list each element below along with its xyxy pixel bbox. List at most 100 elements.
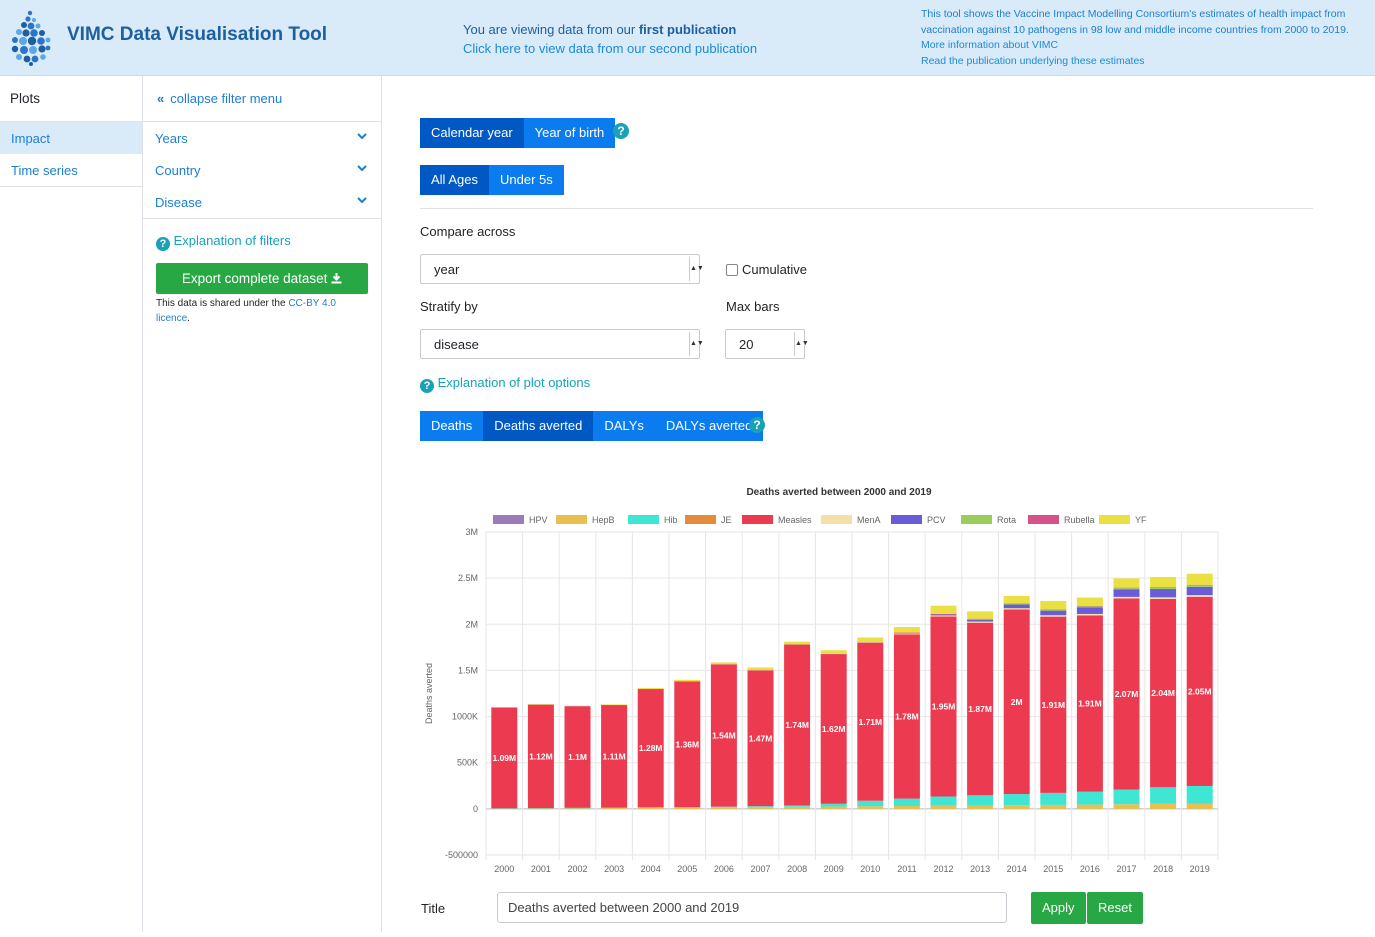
bar-rubella-2010 [857, 642, 884, 643]
bar-rubella-2001 [527, 704, 554, 706]
bar-pcv-2019 [1186, 586, 1213, 596]
x-tick-label: 2013 [970, 864, 990, 874]
bar-rubella-2018 [1150, 587, 1177, 588]
x-tick-label: 2008 [787, 864, 807, 874]
x-tick-label: 2018 [1153, 864, 1173, 874]
collapse-filter-button[interactable]: « collapse filter menu [143, 76, 381, 122]
bar-rubella-2003 [601, 704, 628, 706]
vimc-info-link[interactable]: More information about VIMC [921, 38, 1366, 54]
app-title: VIMC Data Visualisation Tool [67, 24, 328, 45]
x-tick-label: 2010 [860, 864, 880, 874]
title-input[interactable] [497, 892, 1007, 923]
legend-label-hepb: HepB [592, 515, 615, 525]
reset-button[interactable]: Reset [1087, 892, 1143, 924]
bar-rota-2014 [1003, 603, 1030, 605]
bar-hib-2002 [564, 807, 591, 809]
legend-swatch-hib [628, 515, 659, 524]
bar-hepb-2014 [1003, 805, 1030, 809]
chevron-down-icon [357, 193, 367, 207]
y-tick-label: 0 [473, 804, 478, 814]
bar-mena-2014 [1003, 608, 1030, 610]
second-publication-link[interactable]: Click here to view data from our second … [463, 41, 757, 56]
filter-years[interactable]: Years [143, 122, 381, 154]
bar-rubella-2012 [930, 614, 957, 615]
bar-data-label: 1.09M [492, 753, 516, 763]
bar-rota-2017 [1113, 588, 1140, 590]
bar-pcv-2012 [930, 614, 957, 616]
bar-hib-2001 [527, 808, 554, 809]
x-tick-label: 2009 [824, 864, 844, 874]
bar-hepb-2019 [1186, 803, 1213, 809]
bar-yf-2012 [930, 605, 957, 615]
chart-container: Deaths averted between 2000 and 2019 HPV H… [382, 76, 1375, 932]
bar-yf-2019 [1186, 573, 1213, 585]
bar-rota-2019 [1186, 585, 1213, 587]
bar-rubella-2004 [637, 688, 664, 690]
filter-country[interactable]: Country [143, 154, 381, 186]
bar-rubella-2000 [491, 707, 518, 709]
bar-rubella-2008 [784, 644, 811, 645]
x-tick-label: 2007 [750, 864, 770, 874]
plots-sidebar: Plots Impact Time series [0, 76, 143, 932]
chevron-down-icon [357, 161, 367, 175]
plots-header: Plots [0, 76, 142, 122]
filter-years-label: Years [155, 131, 188, 146]
bar-data-label: 1.95M [932, 702, 956, 712]
bar-yf-2014 [1003, 595, 1030, 604]
bar-data-label: 1.1M [568, 752, 587, 762]
bar-yf-2002 [564, 705, 591, 707]
bar-hib-2004 [637, 807, 664, 808]
licence-suffix: . [187, 313, 190, 324]
x-tick-label: 2003 [604, 864, 624, 874]
bar-pcv-2015 [1040, 610, 1067, 616]
bar-hib-2017 [1113, 789, 1140, 805]
bar-rota-2018 [1150, 587, 1177, 590]
bar-data-label: 1.54M [712, 731, 736, 741]
publication-link[interactable]: Read the publication underlying these es… [921, 54, 1366, 70]
bar-hib-2006 [710, 806, 737, 808]
bar-yf-2008 [784, 641, 811, 645]
bar-data-label: 1.28M [639, 743, 663, 753]
explanation-of-filters-link[interactable]: ? Explanation of filters [156, 233, 291, 251]
bar-yf-2004 [637, 687, 664, 689]
bar-rubella-2013 [967, 618, 994, 620]
bar-hib-2016 [1076, 791, 1103, 805]
y-tick-label: 2M [465, 619, 478, 629]
legend-label-je: JE [721, 515, 732, 525]
bar-hib-2011 [893, 798, 920, 806]
vimc-logo-icon [11, 10, 51, 66]
bar-yf-2007 [747, 667, 774, 671]
collapse-filter-label: collapse filter menu [170, 91, 283, 106]
explanation-filters-label: Explanation of filters [173, 233, 291, 248]
licence-prefix: This data is shared under the [156, 298, 289, 309]
bar-hib-2012 [930, 796, 957, 806]
apply-button[interactable]: Apply [1031, 892, 1086, 924]
y-axis-label: Deaths averted [424, 663, 434, 724]
first-publication-label: first publication [638, 22, 737, 37]
bar-mena-2015 [1040, 615, 1067, 617]
bar-hepb-2013 [967, 805, 994, 809]
y-tick-label: 3M [465, 527, 478, 537]
x-tick-label: 2012 [933, 864, 953, 874]
bar-pcv-2013 [967, 619, 994, 622]
legend-label-rota: Rota [997, 515, 1016, 525]
legend-swatch-mena [821, 515, 852, 524]
y-tick-label: 1000K [452, 712, 478, 722]
nav-time-series[interactable]: Time series [0, 154, 142, 186]
bar-rubella-2005 [674, 681, 701, 682]
bar-yf-2016 [1076, 597, 1103, 606]
bar-pcv-2014 [1003, 604, 1030, 609]
bar-data-label: 2.07M [1115, 689, 1139, 699]
bar-rubella-2009 [820, 653, 847, 655]
bar-hib-2014 [1003, 794, 1030, 806]
y-tick-label: -500000 [445, 850, 478, 860]
bar-rota-2015 [1040, 609, 1067, 611]
nav-impact[interactable]: Impact [0, 122, 142, 154]
filter-disease[interactable]: Disease [143, 186, 381, 218]
export-dataset-button[interactable]: Export complete dataset [156, 263, 368, 294]
bar-rubella-2006 [710, 664, 737, 665]
viewing-text: You are viewing data from our [463, 22, 639, 37]
bar-yf-2013 [967, 611, 994, 619]
bar-pcv-2018 [1150, 589, 1177, 598]
legend-label-yf: YF [1135, 515, 1147, 525]
